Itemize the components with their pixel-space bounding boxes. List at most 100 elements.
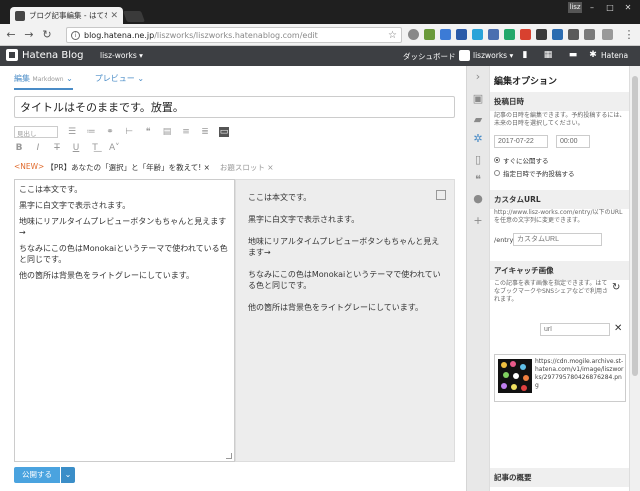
extension-icon[interactable] <box>456 29 467 40</box>
bookmark-star-icon[interactable]: ☆ <box>388 30 397 41</box>
extension-icon[interactable] <box>568 29 579 40</box>
avatar[interactable] <box>459 50 470 61</box>
browser-toolbar: ← → ↻ i blog.hatena.ne.jp /liszworks/lis… <box>0 24 640 46</box>
time-input[interactable] <box>556 135 590 148</box>
panel-scrollbar[interactable] <box>629 66 640 491</box>
title-input[interactable] <box>14 96 455 118</box>
quote-icon[interactable]: ❝ <box>472 174 484 186</box>
realtime-preview-icon[interactable]: ▭ <box>219 127 229 137</box>
numbered-list-icon[interactable]: ≔ <box>86 127 96 137</box>
text-size-icon[interactable]: T͟ <box>90 143 100 153</box>
document-icon[interactable]: ▯ <box>472 154 484 166</box>
extension-icon[interactable] <box>520 29 531 40</box>
radio-on <box>494 157 500 163</box>
address-bar[interactable]: i blog.hatena.ne.jp /liszworks/liszworks… <box>66 27 402 43</box>
quote-icon[interactable]: ❝ <box>143 127 153 137</box>
radio-schedule[interactable]: 指定日時で予約投稿する <box>494 168 575 178</box>
date-input[interactable] <box>494 135 548 148</box>
scrollbar-thumb[interactable] <box>632 76 638 376</box>
refresh-icon[interactable]: ↻ <box>612 282 620 293</box>
tab-preview-label: プレビュー <box>94 74 135 83</box>
underline-icon[interactable]: U <box>71 143 81 153</box>
tab-edit[interactable]: 編集 Markdown ⌄ <box>14 73 73 90</box>
logo-text: Hatena Blog <box>22 49 84 61</box>
editor-line: ちなみにこの色はMonokaiというテーマで使われている色と同じです。 <box>19 244 228 264</box>
link-icon[interactable]: ⚭ <box>105 127 115 137</box>
extension-icon[interactable] <box>504 29 515 40</box>
format-toolbar-row-1: 見出し ☰ ≔ ⚭ ⊢ ❝ ▤ ≡ ≣ ▭ <box>14 126 229 138</box>
bold-icon[interactable]: B <box>14 143 24 153</box>
bookmark-icon[interactable]: ▮ <box>520 50 530 60</box>
custom-url-input[interactable] <box>513 233 602 246</box>
extension-icon[interactable] <box>584 29 595 40</box>
preview-line: 黒字に白文字で表示されます。 <box>248 215 360 224</box>
hatena-header: Hatena Blog lisz-works ▾ ダッシュボード liszwor… <box>0 46 640 66</box>
heading-select[interactable]: 見出し <box>14 126 58 138</box>
align-icon[interactable]: ≡ <box>181 127 191 137</box>
custom-url-desc: http://www.lisz-works.com/entry/以下のURLを任… <box>494 209 623 224</box>
section-post-date: 投稿日時 <box>490 92 630 111</box>
publish-options-chevron-icon[interactable]: ⌄ <box>61 467 75 483</box>
user-menu[interactable]: liszworks ▾ <box>473 51 513 60</box>
browser-tab[interactable]: ブログ記事編集 - はてなブロ ✕ <box>10 7 123 24</box>
eyecatch-url-input[interactable] <box>540 323 610 336</box>
topic-slot-link[interactable]: お題スロット × <box>220 162 274 173</box>
dashboard-link[interactable]: ダッシュボード <box>403 51 456 62</box>
forward-icon[interactable]: → <box>22 28 36 42</box>
extension-icon[interactable] <box>408 29 419 40</box>
chat-icon[interactable]: ● <box>472 193 484 205</box>
menu-icon[interactable]: ⋮ <box>622 28 636 42</box>
close-tab-icon[interactable]: ✕ <box>110 11 118 21</box>
horizontal-rule-icon[interactable]: ⊢ <box>124 127 134 137</box>
extension-icon[interactable] <box>552 29 563 40</box>
gear-icon[interactable]: ✱ <box>588 50 598 60</box>
radio-publish-now[interactable]: すぐに公開する <box>494 155 549 165</box>
maximize-icon[interactable]: □ <box>602 2 618 13</box>
gear-icon[interactable]: ✲ <box>472 133 484 145</box>
table-icon[interactable]: ▤ <box>162 127 172 137</box>
eyecatch-image-card[interactable]: https://cdn.mogile.archive.st-hatena.com… <box>494 354 626 402</box>
body-editor[interactable]: ここは本文です。 黒字に白文字で表示されます。 地味にリアルタイムプレビューボタ… <box>14 179 235 462</box>
extension-icon[interactable] <box>424 29 435 40</box>
notification-icon[interactable]: ▬ <box>568 50 578 60</box>
new-tab-button[interactable] <box>122 11 146 22</box>
url-path: /liszworks/liszworks.hatenablog.com/edit <box>154 30 318 40</box>
extension-icon[interactable] <box>472 29 483 40</box>
blog-selector[interactable]: lisz-works ▾ <box>100 51 143 60</box>
topic-tags: <NEW> 【PR】あなたの「選択」と「年齢」を教えて! × お題スロット × <box>14 162 274 173</box>
back-icon[interactable]: ← <box>4 28 18 42</box>
grid-menu-icon[interactable]: ▦ <box>543 50 553 60</box>
italic-icon[interactable]: I <box>33 143 43 153</box>
bulleted-list-icon[interactable]: ☰ <box>67 127 77 137</box>
tab-preview[interactable]: プレビュー ⌄ <box>95 73 144 90</box>
hatena-blog-logo[interactable]: Hatena Blog <box>6 49 83 61</box>
more-icon[interactable]: ≣ <box>200 127 210 137</box>
resize-handle[interactable] <box>226 453 232 459</box>
minimize-icon[interactable]: – <box>584 2 600 13</box>
extension-icon[interactable] <box>536 29 547 40</box>
close-icon[interactable]: ✕ <box>614 323 622 334</box>
hatena-link[interactable]: Hatena <box>601 51 628 60</box>
extension-icon[interactable] <box>440 29 451 40</box>
editor-line: 黒字に白文字で表示されます。 <box>19 201 131 210</box>
collapse-chevron-icon[interactable]: › <box>472 71 484 83</box>
preview-line: ここは本文です。 <box>248 193 312 202</box>
folder-icon[interactable]: ▰ <box>472 114 484 126</box>
info-icon[interactable]: i <box>71 30 80 40</box>
topic-tag-pr[interactable]: 【PR】あなたの「選択」と「年齢」を教えて! × <box>46 162 210 173</box>
editor-line: 他の箇所は背景色をライトグレーにしています。 <box>19 271 194 280</box>
publish-button[interactable]: 公開する <box>14 467 60 483</box>
profile-chip[interactable]: lisz <box>568 2 582 13</box>
hatena-favicon-icon <box>15 10 25 21</box>
close-window-icon[interactable]: ✕ <box>620 2 636 13</box>
tab-edit-label: 編集 <box>14 74 30 83</box>
text-color-icon[interactable]: A˅ <box>109 143 120 153</box>
section-eyecatch: アイキャッチ画像 <box>490 261 630 280</box>
plus-icon[interactable]: + <box>472 215 484 227</box>
section-summary: 記事の概要 <box>490 468 630 487</box>
reload-icon[interactable]: ↻ <box>40 28 54 42</box>
strikethrough-icon[interactable]: T <box>52 143 62 153</box>
extension-icon[interactable] <box>602 29 613 40</box>
extension-icon[interactable] <box>488 29 499 40</box>
media-icon[interactable]: ▣ <box>472 93 484 105</box>
